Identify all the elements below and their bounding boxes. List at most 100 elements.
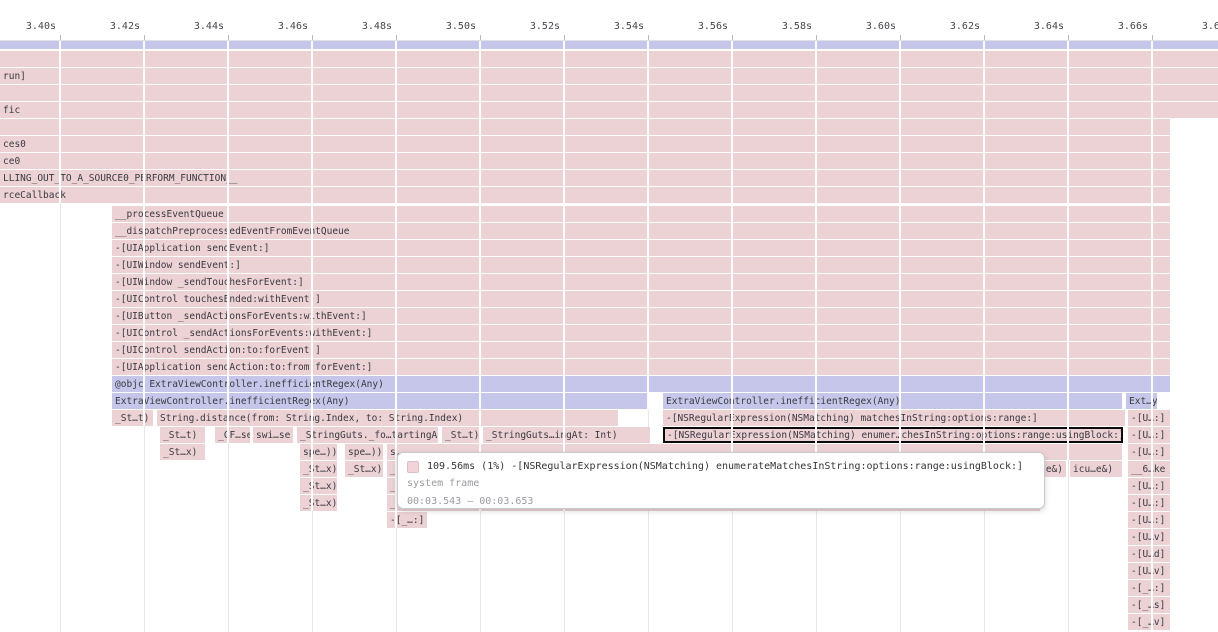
gridline	[396, 528, 397, 632]
stack-frame-label: spe…))	[345, 447, 382, 458]
stack-frame-bar[interactable]: -[U…:]	[1128, 495, 1170, 511]
gridline	[1068, 460, 1069, 632]
stack-frame-bar[interactable]: -[UIApplication sendEvent:]	[112, 240, 1170, 256]
stack-frame-bar[interactable]: -[U…v]	[1128, 529, 1170, 545]
tooltip-time-range: 00:03.543 — 00:03.653	[407, 493, 1034, 511]
stack-frame-label: spe…))	[300, 447, 337, 458]
stack-frame-label: -[_…:]	[387, 515, 424, 526]
ruler-tick-label: 3.50s	[428, 21, 476, 32]
stack-frame-bar[interactable]: -[U…v]	[1128, 563, 1170, 579]
gridline-overlay	[983, 41, 985, 460]
ruler-tick-label: 3.42s	[92, 21, 140, 32]
stack-frame-bar[interactable]: spe…))	[300, 444, 337, 460]
stack-frame-bar[interactable]: _St…t)	[112, 410, 153, 426]
stack-frame-bar[interactable]: -[U…d]	[1128, 546, 1170, 562]
stack-frame-bar[interactable]	[0, 41, 1218, 49]
stack-frame-bar[interactable]	[0, 119, 1170, 135]
stack-frame-bar[interactable]: -[_…v]	[1128, 614, 1170, 630]
stack-frame-bar[interactable]: fic	[0, 102, 1218, 118]
stack-frame-label: -[UIApplication sendAction:to:from:forEv…	[112, 362, 372, 373]
gridline-overlay	[479, 41, 481, 511]
ruler-tick-label: 3.56s	[680, 21, 728, 32]
gridline	[564, 511, 565, 632]
gridline-overlay	[311, 41, 313, 511]
gridline	[480, 511, 481, 632]
stack-frame-label: _St…x)	[160, 447, 197, 458]
stack-frame-bar[interactable]: -[_…:]	[1128, 580, 1170, 596]
stack-frame-bar[interactable]: __processEventQueue	[112, 206, 1170, 222]
tooltip-title-line: 109.56ms (1%) -[NSRegularExpression(NSMa…	[407, 458, 1034, 475]
stack-frame-bar[interactable]: -[UIControl sendAction:to:forEvent:]	[112, 342, 1170, 358]
time-ruler[interactable]: 3.40s3.42s3.44s3.46s3.48s3.50s3.52s3.54s…	[0, 0, 1218, 41]
stack-frame-label: rceCallback	[0, 190, 66, 201]
stack-frame-bar[interactable]: _St…t)	[160, 427, 205, 443]
stack-frame-bar[interactable]: -[UIControl touchesEnded:withEvent:]	[112, 291, 1170, 307]
stack-frame-label: ce0	[0, 156, 20, 167]
stack-frame-label: -[_…v]	[1128, 617, 1165, 628]
stack-frame-bar[interactable]: _CF…se	[215, 427, 250, 443]
stack-frame-label: -[U…v]	[1128, 566, 1165, 577]
stack-frame-bar[interactable]: ce0	[0, 153, 1170, 169]
stack-frame-bar[interactable]: _St…x)	[345, 461, 383, 477]
stack-frame-bar[interactable]	[0, 85, 1218, 101]
stack-frame-bar[interactable]: -[_…s]	[1128, 597, 1170, 613]
ruler-tick-label: 3.66s	[1100, 21, 1148, 32]
stack-frame-bar[interactable]: -[_…:]	[387, 512, 427, 528]
tooltip-subtitle: system frame	[407, 475, 1034, 493]
stack-frame-bar[interactable]: rceCallback	[0, 187, 1170, 203]
ruler-tick-mark	[816, 35, 817, 40]
stack-frame-bar[interactable]: -[U…:]	[1128, 444, 1170, 460]
stack-frame-bar[interactable]: _St…x)	[300, 461, 337, 477]
stack-frame-label: -[UIWindow _sendTouchesForEvent:]	[112, 277, 304, 288]
stack-frame-label: @objc ExtraViewController.inefficientReg…	[112, 379, 384, 390]
stack-frame-bar[interactable]: run]	[0, 68, 1218, 84]
ruler-tick-label: 3.46s	[260, 21, 308, 32]
stack-frame-bar[interactable]: __dispatchPreprocessedEventFromEventQueu…	[112, 223, 1170, 239]
stack-frame-bar[interactable]: -[UIWindow sendEvent:]	[112, 257, 1170, 273]
gridline	[312, 511, 313, 632]
stack-frame-bar[interactable]: -[UIWindow _sendTouchesForEvent:]	[112, 274, 1170, 290]
stack-frame-label: -[NSRegularExpression(NSMatching) enumer…	[665, 430, 1121, 441]
stack-frame-bar[interactable]: __6…ke	[1128, 461, 1170, 477]
frame-tooltip: 109.56ms (1%) -[NSRegularExpression(NSMa…	[397, 452, 1045, 509]
stack-frame-bar[interactable]: _StringGuts…ingAt: Int)	[483, 427, 650, 443]
gridline-overlay	[899, 41, 901, 460]
flame-chart-area: run] fic ces0 ce0 LLING_OUT_TO_A_SOURCE0_PER…	[0, 0, 1218, 632]
stack-frame-label: _St…t)	[442, 430, 479, 441]
stack-frame-bar[interactable]: _St…x)	[300, 495, 337, 511]
ruler-tick-mark	[984, 35, 985, 40]
ruler-tick-mark	[1152, 35, 1153, 40]
stack-frame-label: -[U…:]	[1128, 447, 1165, 458]
stack-frame-bar[interactable]: @objc ExtraViewController.inefficientReg…	[112, 376, 1170, 392]
stack-frame-bar[interactable]: icu…e&)	[1070, 461, 1122, 477]
stack-frame-bar[interactable]: spe…))	[345, 444, 383, 460]
stack-frame-bar[interactable]: -[U…:]	[1128, 410, 1170, 426]
stack-frame-bar[interactable]: LLING_OUT_TO_A_SOURCE0_PERFORM_FUNCTION_…	[0, 170, 1170, 186]
ruler-tick-label: 3.60s	[848, 21, 896, 32]
gridline-overlay	[1067, 41, 1069, 460]
stack-frame-bar[interactable]: _St…x)	[300, 478, 337, 494]
stack-frame-label: _St…x)	[345, 464, 382, 475]
ruler-tick-label: 3.64s	[1016, 21, 1064, 32]
stack-frame-label: -[U…:]	[1128, 481, 1165, 492]
stack-frame-bar[interactable]: -[U…:]	[1128, 427, 1170, 443]
stack-frame-label: -[_…s]	[1128, 600, 1165, 611]
stack-frame-bar[interactable]: _St…x)	[160, 444, 205, 460]
stack-frame-bar[interactable]: ces0	[0, 136, 1170, 152]
stack-frame-bar[interactable]: -[U…:]	[1128, 512, 1170, 528]
stack-frame-bar[interactable]: -[UIControl _sendActionsForEvents:withEv…	[112, 325, 1170, 341]
stack-frame-bar[interactable]	[0, 51, 1218, 67]
stack-frame-bar[interactable]: ExtraViewController.inefficientRegex(Any…	[112, 393, 648, 409]
ruler-tick-mark	[60, 35, 61, 40]
stack-frame-bar[interactable]: -[UIButton _sendActionsForEvents:withEve…	[112, 308, 1170, 324]
stack-frame-label: -[U…d]	[1128, 549, 1165, 560]
stack-frame-bar[interactable]: -[U…:]	[1128, 478, 1170, 494]
ruler-tick-mark	[648, 35, 649, 40]
ruler-tick-label: 3.52s	[512, 21, 560, 32]
gridline-overlay	[647, 41, 649, 410]
gridline-overlay	[815, 41, 817, 460]
stack-frame-bar[interactable]: -[UIApplication sendAction:to:from:forEv…	[112, 359, 1170, 375]
stack-frame-bar[interactable]: _StringGuts._fo…tartingAt: Int)	[297, 427, 438, 443]
stack-frame-bar[interactable]: swi…se	[253, 427, 293, 443]
stack-frame-bar[interactable]: _St…t)	[442, 427, 480, 443]
